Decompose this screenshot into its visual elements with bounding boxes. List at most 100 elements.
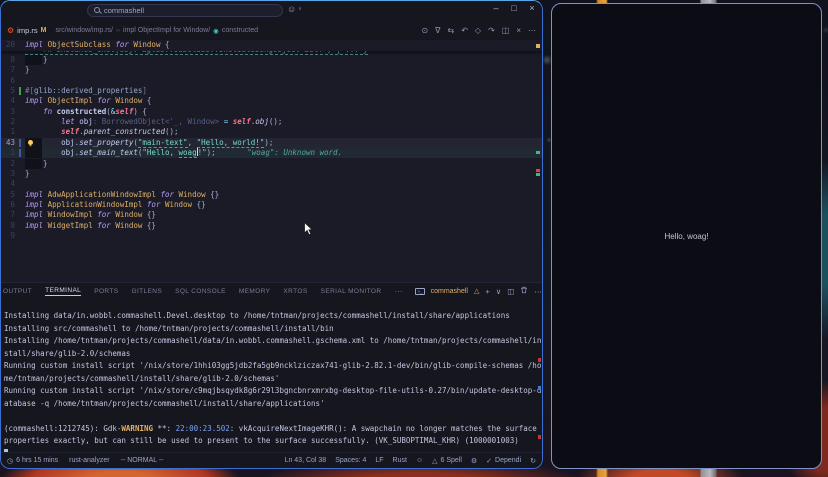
breadcrumb-segment[interactable]: constructed [222, 27, 258, 34]
lock-icon[interactable]: ⊙ [421, 26, 428, 35]
code-icon: ‹› [116, 28, 120, 34]
code-line[interactable]: 4impl ObjectImpl for Window { [1, 96, 542, 106]
code-line[interactable]: 9 [1, 231, 542, 241]
code-line[interactable]: 4 [1, 179, 542, 189]
status-bar: ◷6 hrs 15 minsrust-analyzer-- NORMAL -- … [1, 452, 542, 468]
account-button[interactable]: ☺ ∨ [287, 4, 302, 14]
panel-tab-xrtos[interactable]: XRTOS [283, 288, 307, 295]
plus-icon[interactable]: + [485, 287, 489, 296]
ruler-mark [536, 44, 540, 48]
clipped-code-line: fn instance_init(obj: &glib::subclass::I… [1, 51, 542, 55]
terminal-line: atabase -q /home/tntman/projects/commash… [4, 399, 325, 408]
maximize-button[interactable]: □ [508, 3, 520, 13]
breadcrumb-segment[interactable]: src/window/imp.rs/ [55, 27, 113, 34]
line-number: 6 [1, 76, 15, 86]
editor-actions: ⊙ ∇ ⇆ ↶ ◇ ↷ ◫ × ⋯ [421, 26, 536, 35]
gear-icon: ⚙ [471, 457, 477, 465]
code-line[interactable]: 7} [1, 65, 542, 75]
trash-icon[interactable] [520, 286, 528, 296]
code-line[interactable]: 5impl AdwApplicationWindowImpl for Windo… [1, 190, 542, 200]
panel-tab-ports[interactable]: PORTS [94, 288, 118, 295]
status-item-rust-analyzer[interactable]: rust-analyzer [69, 457, 109, 464]
terminal-ruler-mark [538, 435, 541, 439]
title-bar: commashell ☺ ∨ – □ × [1, 1, 542, 21]
panel-tabs: OUTPUT TERMINAL PORTS GITLENS SQL CONSOLE MEM… [1, 283, 542, 299]
code-line[interactable]: 20impl ObjectSubclass for Window { [1, 40, 542, 50]
terminal-line: (commashell:1212745): Gdk-WARNING **: 22… [4, 424, 537, 433]
panel-tab-terminal[interactable]: TERMINAL [45, 287, 81, 296]
code-line[interactable]: 8impl WidgetImpl for Window {} [1, 221, 542, 231]
line-number: 43 [1, 138, 15, 148]
panel-tab-memory[interactable]: MEMORY [239, 288, 271, 295]
status-item-ln-43-col-38[interactable]: Ln 43, Col 38 [285, 457, 327, 464]
line-number: 5 [1, 190, 15, 200]
panel-tab-gitlens[interactable]: GITLENS [131, 288, 162, 295]
code-line[interactable]: 2 let obj: BorrowedObject<'_, Window> = … [1, 117, 542, 127]
status-item-smiley[interactable]: ☺ [416, 457, 423, 464]
status-item-lf[interactable]: LF [375, 457, 383, 464]
filter-icon[interactable]: ∇ [435, 26, 440, 35]
code-line[interactable]: 3 fn constructed(&self) { [1, 107, 542, 117]
status-item-6-hrs-15-mins[interactable]: ◷6 hrs 15 mins [7, 457, 58, 465]
git-gutter-indicator [19, 139, 21, 147]
modified-badge: M [41, 27, 47, 34]
code-editor[interactable]: 20impl ObjectSubclass for Window { fn in… [1, 40, 542, 282]
code-line[interactable]: 43 obj.set_property("main-text", "Hello,… [1, 138, 542, 148]
line-number: 3 [1, 169, 15, 179]
code-line[interactable]: fn instance_init(obj: &glib::subclass::I… [1, 51, 542, 55]
code-line[interactable]: 8 } [1, 55, 542, 65]
status-item-gear[interactable]: ⚙ [471, 457, 477, 465]
line-number: 5 [1, 86, 15, 96]
panel-tab-serial-monitor[interactable]: SERIAL MONITOR [321, 288, 382, 295]
more-icon[interactable]: ⋯ [528, 26, 536, 35]
status-item-rust[interactable]: Rust [393, 457, 407, 464]
code-line[interactable]: 1 self.parent_constructed(); [1, 127, 542, 137]
check-icon: ✓ [486, 457, 492, 465]
code-line[interactable]: 6impl ApplicationWindowImpl for Window {… [1, 200, 542, 210]
tab-imp-rs[interactable]: imp.rs [17, 26, 37, 35]
status-label: LF [375, 457, 383, 464]
minimize-button[interactable]: – [490, 3, 502, 13]
code-line[interactable]: 2 } [1, 159, 542, 169]
status-item--normal-[interactable]: -- NORMAL -- [121, 457, 164, 464]
terminal-line: Installing src/commashell to /home/tntma… [4, 324, 334, 333]
code-line[interactable]: 5#[glib::derived_properties] [1, 86, 542, 96]
code-line[interactable]: 6 [1, 76, 542, 86]
line-number: 7 [1, 65, 15, 75]
line-number: 1 [1, 148, 15, 158]
split-editor-icon[interactable]: ◫ [507, 287, 514, 296]
warning-icon: △ [432, 457, 437, 465]
sticky-scroll-line[interactable]: 20impl ObjectSubclass for Window { [1, 40, 542, 51]
nav-circle-icon[interactable]: ◇ [475, 26, 481, 35]
code-line[interactable]: 3} [1, 169, 542, 179]
code-line[interactable]: 1 obj.set_main_text("Hello, woag!"); "wo… [1, 148, 542, 158]
more-tabs-icon[interactable]: ··· [394, 287, 402, 296]
app-window-commashell: Hello, woag! [551, 3, 822, 469]
line-number: 1 [1, 127, 15, 137]
status-item-sync[interactable]: ↻ [530, 457, 536, 465]
status-item-spaces-4[interactable]: Spaces: 4 [335, 457, 366, 464]
breadcrumb-segment[interactable]: impl ObjectImpl for Window/ [123, 27, 210, 34]
line-number: 20 [1, 40, 15, 50]
terminal-line: Installing /home/tntman/projects/commash… [4, 336, 541, 345]
code-line[interactable]: 7impl WindowImpl for Window {} [1, 210, 542, 220]
more-icon[interactable]: ⋯ [534, 287, 542, 296]
split-editor-icon[interactable]: ◫ [502, 26, 510, 35]
panel-tab-sql-console[interactable]: SQL CONSOLE [175, 288, 226, 295]
status-item-6-spell[interactable]: △6 Spell [432, 457, 462, 465]
panel-tab-output[interactable]: OUTPUT [3, 288, 32, 295]
status-item-dependi[interactable]: ✓Dependi [486, 457, 521, 465]
close-button[interactable]: × [526, 3, 538, 13]
terminal-output[interactable]: Installing data/in.wobbl.commashell.Deve… [1, 299, 542, 453]
nav-back-icon[interactable]: ↶ [461, 26, 468, 35]
terminal-session-label[interactable]: commashell [431, 288, 468, 295]
breadcrumb[interactable]: src/window/imp.rs/‹›impl ObjectImpl for … [55, 27, 258, 35]
command-center[interactable]: commashell [87, 4, 283, 17]
git-gutter-indicator [19, 87, 21, 95]
chevron-down-icon[interactable]: ∨ [496, 287, 502, 296]
mouse-cursor [304, 222, 313, 241]
close-icon[interactable]: × [516, 26, 521, 35]
line-number: 9 [1, 231, 15, 241]
nav-forward-icon[interactable]: ↷ [488, 26, 495, 35]
git-compare-icon[interactable]: ⇆ [448, 26, 455, 35]
